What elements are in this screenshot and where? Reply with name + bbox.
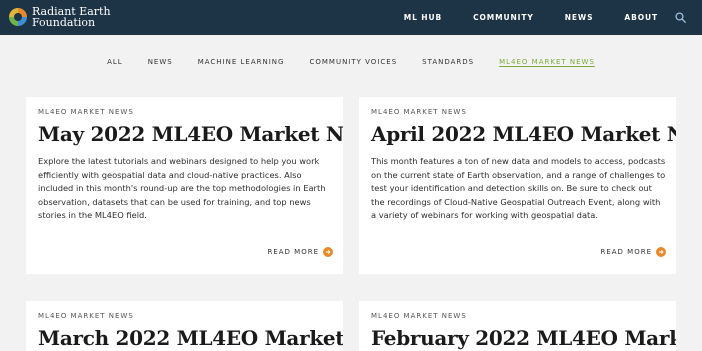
- nav-link-about[interactable]: ABOUT: [624, 13, 658, 22]
- category-filter-bar: ALL NEWS MACHINE LEARNING COMMUNITY VOIC…: [0, 58, 702, 66]
- post-card[interactable]: ML4EO MARKET NEWS February 2022 ML4EO Ma…: [359, 301, 676, 351]
- search-icon[interactable]: [675, 12, 686, 23]
- top-navigation-bar: Radiant Earth Foundation ML HUB COMMUNIT…: [0, 0, 702, 35]
- main-nav: ML HUB COMMUNITY NEWS ABOUT: [373, 0, 658, 35]
- read-more-link[interactable]: READ MORE: [267, 247, 333, 257]
- post-card[interactable]: ML4EO MARKET NEWS March 2022 ML4EO Marke…: [26, 301, 343, 351]
- read-more-label: READ MORE: [267, 248, 319, 256]
- brand-logo[interactable]: Radiant Earth Foundation: [9, 6, 111, 28]
- nav-link-news[interactable]: NEWS: [565, 13, 594, 22]
- filter-news[interactable]: NEWS: [148, 58, 173, 66]
- filter-ml4eo-market-news[interactable]: ML4EO MARKET NEWS: [499, 58, 595, 66]
- post-category-tag: ML4EO MARKET NEWS: [38, 108, 134, 116]
- post-title[interactable]: March 2022 ML4EO Market News: [38, 325, 343, 351]
- arrow-right-icon: [656, 247, 666, 257]
- post-excerpt: This month features a ton of new data an…: [371, 156, 666, 221]
- post-card[interactable]: ML4EO MARKET NEWS April 2022 ML4EO Marke…: [359, 97, 676, 274]
- filter-machine-learning[interactable]: MACHINE LEARNING: [198, 58, 285, 66]
- post-category-tag: ML4EO MARKET NEWS: [38, 312, 134, 320]
- arrow-right-icon: [323, 247, 333, 257]
- nav-link-community[interactable]: COMMUNITY: [473, 13, 534, 22]
- globe-logo-icon: [9, 8, 27, 26]
- post-title[interactable]: April 2022 ML4EO Market News: [371, 121, 676, 147]
- post-category-tag: ML4EO MARKET NEWS: [371, 312, 467, 320]
- post-card[interactable]: ML4EO MARKET NEWS May 2022 ML4EO Market …: [26, 97, 343, 274]
- post-title[interactable]: May 2022 ML4EO Market News: [38, 121, 343, 147]
- filter-standards[interactable]: STANDARDS: [422, 58, 474, 66]
- filter-all[interactable]: ALL: [107, 58, 123, 66]
- read-more-label: READ MORE: [600, 248, 652, 256]
- brand-name-line2: Foundation: [32, 16, 96, 29]
- post-excerpt: Explore the latest tutorials and webinar…: [38, 156, 326, 221]
- read-more-link[interactable]: READ MORE: [600, 247, 666, 257]
- nav-link-ml-hub[interactable]: ML HUB: [404, 13, 442, 22]
- post-title[interactable]: February 2022 ML4EO Market: [371, 325, 676, 351]
- filter-community-voices[interactable]: COMMUNITY VOICES: [309, 58, 397, 66]
- post-category-tag: ML4EO MARKET NEWS: [371, 108, 467, 116]
- brand-name: Radiant Earth Foundation: [32, 6, 111, 28]
